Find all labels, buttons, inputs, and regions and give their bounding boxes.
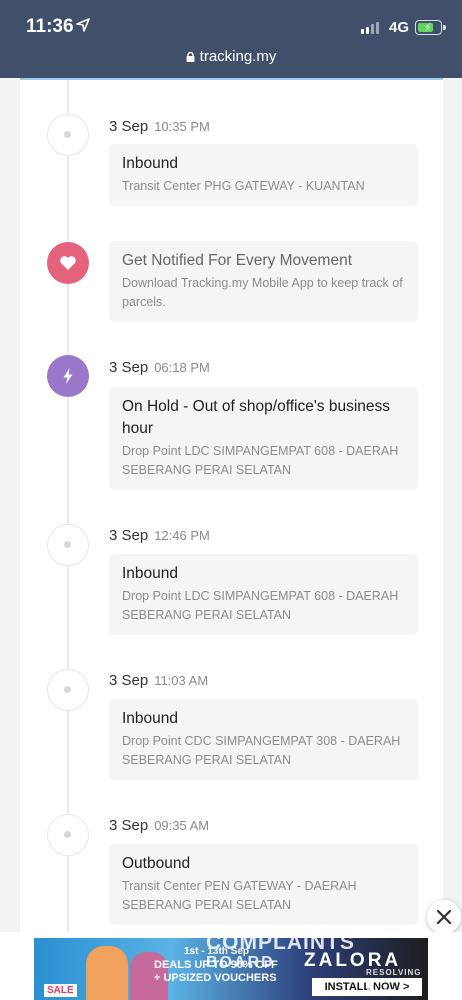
ad-vouchers: + UPSIZED VOUCHERS <box>154 972 277 984</box>
event-title: Inbound <box>122 155 179 172</box>
event-title: Outbound <box>122 855 191 872</box>
hold-badge <box>47 355 89 397</box>
timeline-rail <box>67 80 69 940</box>
event-location: Drop Point CDC SIMPANGEMPAT 308 - DAERAH… <box>122 734 401 767</box>
close-ad-button[interactable] <box>427 900 461 934</box>
battery-icon: ⚡ <box>415 20 446 35</box>
event-time: 10:35 PM <box>154 119 210 134</box>
event-date: 3 Sep 12:46 PM <box>109 527 210 544</box>
signal-icon <box>361 22 379 34</box>
promo-card[interactable]: Get Notified For Every Movement Download… <box>109 241 418 321</box>
event-location: Drop Point LDC SIMPANGEMPAT 608 - DAERAH… <box>122 589 399 622</box>
event-card: Inbound Drop Point LDC SIMPANGEMPAT 608 … <box>109 554 418 634</box>
event-card: On Hold - Out of shop/office's business … <box>109 387 418 489</box>
timeline-dot <box>47 114 89 156</box>
tracking-timeline: 3 Sep 10:35 PM Inbound Transit Center PHG… <box>20 78 443 940</box>
close-icon <box>436 909 452 925</box>
event-date: 3 Sep 06:18 PM <box>109 359 210 376</box>
heart-badge <box>47 242 89 284</box>
event-card: Inbound Drop Point CDC SIMPANGEMPAT 308 … <box>109 699 418 779</box>
event-date: 3 Sep 11:03 AM <box>109 672 209 689</box>
ad-model-image <box>86 946 128 1000</box>
ad-sale-tag: SALE <box>44 984 77 997</box>
network-type: 4G <box>389 19 410 36</box>
event-title: Inbound <box>122 565 179 582</box>
location-arrow-icon <box>76 18 90 32</box>
browser-header: 11:36 4G ⚡ tracking.my <box>0 0 462 78</box>
event-title: On Hold - Out of shop/office's business … <box>122 398 391 437</box>
event-location: Transit Center PEN GATEWAY - DAERAH SEBE… <box>122 879 357 912</box>
timeline-dot <box>47 669 89 711</box>
event-time: 11:03 AM <box>154 673 209 688</box>
event-location: Transit Center PHG GATEWAY - KUANTAN <box>122 179 365 193</box>
watermark: COMPLAINTS BOARD RESOLVING SINCE 2004 <box>206 931 422 997</box>
status-time: 11:36 <box>26 16 74 37</box>
lock-icon <box>186 52 195 62</box>
event-title: Inbound <box>122 710 179 727</box>
event-card: Inbound Transit Center PHG GATEWAY - KUA… <box>109 144 418 205</box>
heart-icon <box>60 256 76 270</box>
event-card: Outbound Transit Center PEN GATEWAY - DA… <box>109 844 418 924</box>
timeline-dot <box>47 814 89 856</box>
event-date: 3 Sep 10:35 PM <box>109 118 210 135</box>
url-text: tracking.my <box>199 48 277 65</box>
bolt-icon <box>63 368 73 384</box>
event-time: 06:18 PM <box>154 360 210 375</box>
event-time: 09:35 AM <box>154 818 210 833</box>
event-date: 3 Sep 09:35 AM <box>109 817 210 834</box>
promo-text: Download Tracking.my Mobile App to keep … <box>122 276 403 309</box>
event-time: 12:46 PM <box>154 528 210 543</box>
promo-title: Get Notified For Every Movement <box>122 252 352 269</box>
timeline-dot <box>47 524 89 566</box>
url-bar[interactable]: tracking.my <box>0 48 462 65</box>
event-location: Drop Point LDC SIMPANGEMPAT 608 - DAERAH… <box>122 444 399 477</box>
